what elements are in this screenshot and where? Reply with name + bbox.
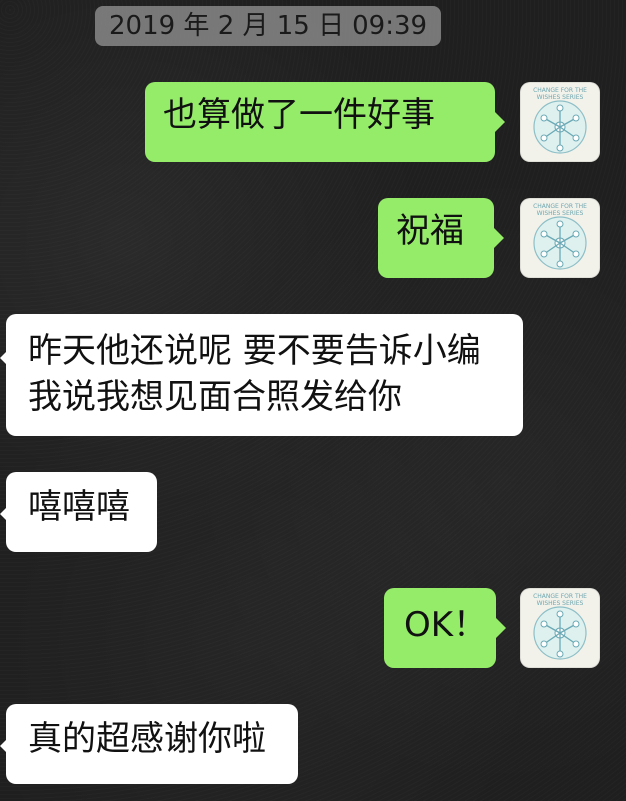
dandelion-icon: CHANGE FOR THE WISHES SERIES (533, 203, 587, 270)
bubble-tail (496, 618, 506, 638)
timestamp-time: 09:39 (352, 11, 428, 41)
message-bubble-received[interactable]: 嘻嘻嘻 (6, 472, 157, 552)
avatar[interactable]: CHANGE FOR THE WISHES SERIES (520, 198, 600, 278)
avatar-tiny-text-1: CHANGE FOR THE (533, 203, 587, 210)
timestamp-pill: 2019 年 2 月 15 日 09:39 (95, 6, 442, 46)
message-row: OK！ CHANGE FOR THE WISHES SERIES (0, 588, 626, 678)
message-bubble-sent[interactable]: 祝福 (378, 198, 494, 278)
dandelion-icon: CHANGE FOR THE WISHES SERIES (533, 593, 587, 660)
avatar-tiny-text-2: WISHES SERIES (537, 600, 584, 607)
message-bubble-received[interactable]: 真的超感谢你啦 (6, 704, 298, 784)
message-row: 昨天他还说呢 要不要告诉小编 我说我想见面合照发给你 (0, 314, 626, 439)
message-text: 祝福 (396, 211, 464, 251)
message-line: 昨天他还说呢 要不要告诉小编 (28, 331, 481, 371)
avatar-tiny-text-2: WISHES SERIES (537, 210, 584, 217)
dandelion-icon: CHANGE FOR THE WISHES SERIES (533, 87, 587, 154)
message-text: OK！ (404, 605, 488, 645)
message-text: 真的超感谢你啦 (28, 719, 266, 759)
message-row: 真的超感谢你啦 (0, 704, 626, 794)
message-row: 祝福 CHANGE FOR THE WISHES SERIES (0, 198, 626, 288)
avatar-tiny-text-1: CHANGE FOR THE (533, 593, 587, 600)
message-text: 嘻嘻嘻 (28, 487, 130, 527)
timestamp-date: 2019 年 2 月 15 日 (109, 11, 345, 41)
bubble-tail (495, 112, 505, 132)
avatar[interactable]: CHANGE FOR THE WISHES SERIES (520, 82, 600, 162)
chat-window: 2019 年 2 月 15 日 09:39 也算做了一件好事 CHANGE FO… (0, 0, 626, 801)
message-row: 也算做了一件好事 CHANGE FOR THE WISHES SERIES (0, 82, 626, 172)
message-bubble-sent[interactable]: OK！ (384, 588, 496, 668)
avatar-tiny-text-1: CHANGE FOR THE (533, 87, 587, 94)
message-bubble-received[interactable]: 昨天他还说呢 要不要告诉小编 我说我想见面合照发给你 (6, 314, 523, 436)
bubble-tail (494, 228, 504, 248)
message-bubble-sent[interactable]: 也算做了一件好事 (145, 82, 495, 162)
message-line: 我说我想见面合照发给你 (28, 377, 402, 417)
message-text: 也算做了一件好事 (163, 95, 435, 135)
avatar-tiny-text-2: WISHES SERIES (537, 94, 584, 101)
avatar[interactable]: CHANGE FOR THE WISHES SERIES (520, 588, 600, 668)
message-row: 嘻嘻嘻 (0, 472, 626, 562)
